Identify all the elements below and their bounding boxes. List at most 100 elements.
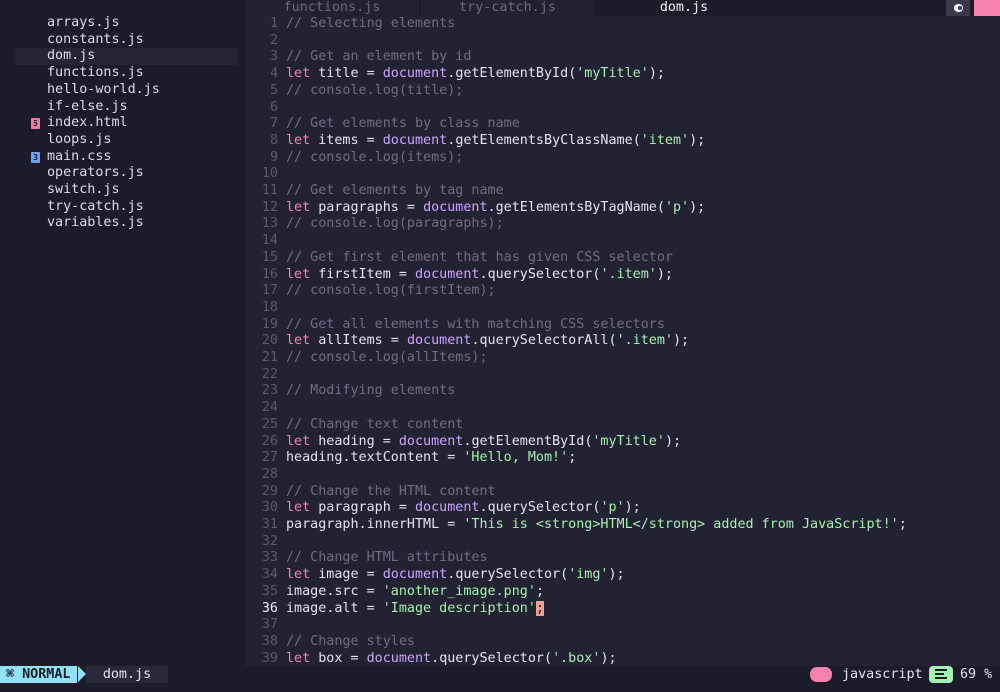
code-line[interactable]: 9 // console.log(items); [245,150,1000,167]
line-number: 35 [261,583,278,599]
mode-separator [78,666,86,682]
code-line[interactable]: 35 image.src = 'another_image.png'; [245,584,1000,601]
code-line[interactable]: 1 // Selecting elements [245,16,1000,33]
line-number: 6 [269,99,278,115]
line-number: 5 [269,82,278,98]
tab-try-catch-js[interactable]: try-catch.js [421,0,594,16]
code-text: // Get all elements with matching CSS se… [286,316,665,332]
file-explorer-sidebar: arrays.js constants.js dom.js functions.js h… [0,0,245,666]
file-item[interactable]: hello-world.js [15,82,237,99]
line-number: 39 [261,650,278,666]
code-text: // Get an element by id [286,49,472,65]
file-name: main.css [47,148,112,164]
code-line[interactable]: 32 [245,534,1000,551]
line-number: 3 [269,49,278,65]
code-line[interactable]: 33 // Change HTML attributes [245,550,1000,567]
file-item[interactable]: if-else.js [15,99,237,116]
code-line[interactable]: 6 [245,100,1000,117]
code-text: // Get elements by class name [286,116,520,132]
code-editor[interactable]: 1 // Selecting elements 2 3 // Get an elemen… [245,16,1000,666]
code-line[interactable]: 22 [245,367,1000,384]
code-line[interactable]: 30 let paragraph = document.querySelector… [245,500,1000,517]
code-line[interactable]: 16 let firstItem = document.querySelector… [245,267,1000,284]
code-line[interactable]: 29 // Change the HTML content [245,484,1000,501]
file-item[interactable]: 5 index.html [15,115,237,132]
code-line[interactable]: 39 let box = document.querySelector('.box… [245,651,1000,668]
file-name: constants.js [47,31,144,47]
code-text: // console.log(title); [286,82,464,98]
code-line[interactable]: 7 // Get elements by class name [245,116,1000,133]
code-line[interactable]: 25 // Change text content [245,417,1000,434]
code-line[interactable]: 27 heading.textContent = 'Hello, Mom!'; [245,450,1000,467]
line-number: 30 [261,500,278,516]
code-line[interactable]: 2 [245,33,1000,50]
file-item[interactable]: switch.js [15,182,237,199]
file-name: index.html [47,115,128,131]
toggle-icon[interactable] [946,0,970,16]
file-item[interactable]: 3 main.css [15,149,237,166]
code-line[interactable]: 12 let paragraphs = document.getElementsB… [245,200,1000,217]
code-text: paragraph.innerHTML = 'This is <strong>H… [286,517,907,532]
line-number: 1 [269,16,278,31]
tab-dom-js[interactable]: dom.js [596,0,772,16]
line-number: 25 [261,416,278,432]
code-line[interactable]: 5 // console.log(title); [245,83,1000,100]
file-item[interactable]: constants.js [15,32,237,49]
code-line[interactable]: 24 [245,400,1000,417]
code-line[interactable]: 8 let items = document.getElementsByClass… [245,133,1000,150]
code-line[interactable]: 3 // Get an element by id [245,49,1000,66]
code-line[interactable]: 26 let heading = document.getElementById(… [245,434,1000,451]
line-number: 28 [261,466,278,482]
code-line[interactable]: 13 // console.log(paragraphs); [245,216,1000,233]
line-number: 18 [261,299,278,315]
code-line[interactable]: 14 [245,233,1000,250]
code-text: heading.textContent = 'Hello, Mom!'; [286,450,577,466]
file-item[interactable]: functions.js [15,65,237,82]
code-text: // console.log(firstItem); [286,283,496,299]
status-bar: ⌘ NORMAL dom.js javascript 69 % [0,666,1000,692]
line-number: 21 [261,350,278,365]
code-text: let items = document.getElementsByClassN… [286,132,706,148]
code-text: let box = document.querySelector('.box')… [286,650,617,666]
line-number: 17 [261,283,278,299]
text-cursor: ; [535,600,544,616]
tab-label: dom.js [659,0,709,15]
line-number: 10 [261,166,278,182]
file-item[interactable]: operators.js [15,165,237,182]
code-line[interactable]: 17 // console.log(firstItem); [245,283,1000,300]
file-name: loops.js [47,131,112,147]
code-line[interactable]: 19 // Get all elements with matching CSS … [245,317,1000,334]
code-line[interactable]: 23 // Modifying elements [245,383,1000,400]
code-line[interactable]: 38 // Change styles [245,634,1000,651]
code-text: let firstItem = document.querySelector('… [286,266,673,282]
tab-functions-js[interactable]: functions.js [245,0,419,16]
code-line[interactable]: 37 [245,617,1000,634]
line-number: 29 [261,483,278,499]
line-number: 36 [261,600,278,616]
file-item[interactable]: loops.js [15,132,237,149]
status-percent: 69 % [960,667,993,682]
code-line[interactable]: 11 // Get elements by tag name [245,183,1000,200]
code-line[interactable]: 10 [245,166,1000,183]
code-line[interactable]: 31 paragraph.innerHTML = 'This is <strong… [245,517,1000,534]
code-line[interactable]: 36 image.alt = 'Image description'; [245,600,1000,618]
line-number: 11 [261,183,278,198]
status-pill-icon [810,667,832,682]
code-line[interactable]: 4 let title = document.getElementById('my… [245,66,1000,83]
code-line[interactable]: 20 let allItems = document.querySelectorA… [245,333,1000,350]
code-text: // Get first element that has given CSS … [286,249,673,265]
code-text: // console.log(allItems); [286,350,488,365]
status-filename: dom.js [86,666,168,683]
file-item[interactable]: variables.js [15,215,237,232]
code-line[interactable]: 18 [245,300,1000,317]
file-item[interactable]: dom.js [15,48,237,66]
code-text: // Change styles [286,633,415,649]
file-item[interactable]: arrays.js [15,15,237,32]
code-line[interactable]: 34 let image = document.querySelector('im… [245,567,1000,584]
line-number: 8 [269,132,278,148]
code-text: // console.log(paragraphs); [286,216,504,232]
code-line[interactable]: 21 // console.log(allItems); [245,350,1000,367]
code-line[interactable]: 28 [245,467,1000,484]
file-item[interactable]: try-catch.js [15,199,237,216]
code-line[interactable]: 15 // Get first element that has given CS… [245,250,1000,267]
